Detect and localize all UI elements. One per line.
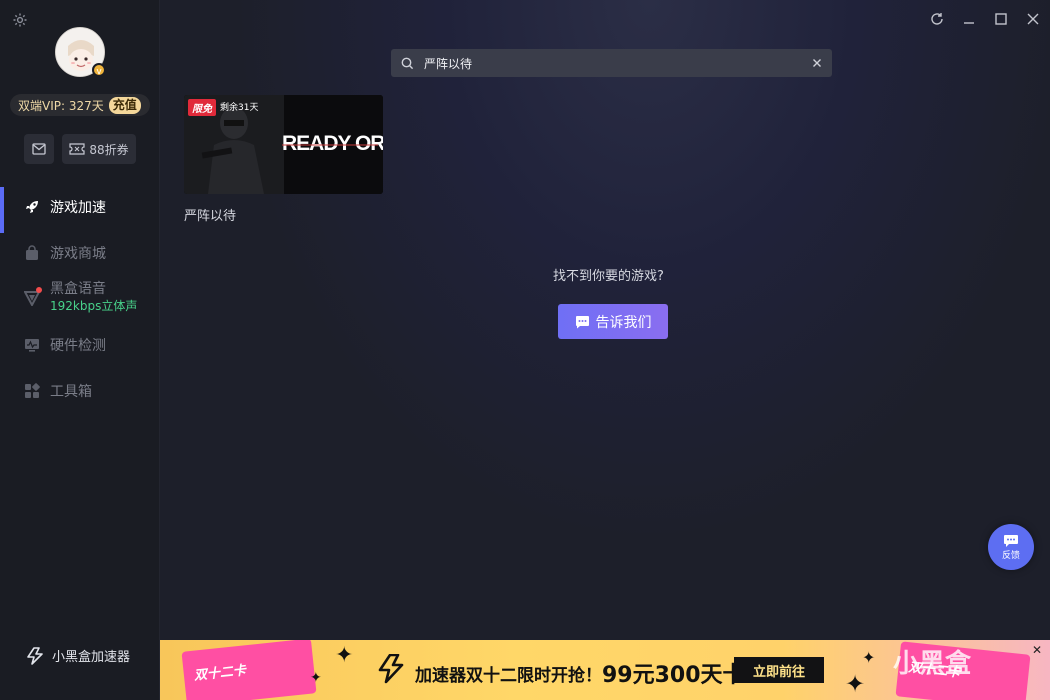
promo-headline: 加速器双十二限时开抢！	[415, 665, 602, 686]
nav-label: 工具箱	[50, 384, 92, 400]
minimize-icon[interactable]	[960, 10, 978, 28]
nav-item-game-store[interactable]: 游戏商城	[0, 233, 159, 273]
nav-item-toolbox[interactable]: 工具箱	[0, 371, 159, 411]
refresh-icon[interactable]	[928, 10, 946, 28]
sparkle-icon: ✦	[310, 670, 322, 686]
close-banner-icon[interactable]: ✕	[1032, 643, 1042, 657]
promo-banner[interactable]: 双十二卡 ✦ ✦ 加速器双十二限时开抢！ 99元300天卡 立即前往 ✦ ✦ 双…	[160, 640, 1050, 700]
mail-button[interactable]	[24, 134, 54, 164]
game-title[interactable]: 严阵以待	[184, 205, 236, 224]
not-found-text: 找不到你要的游戏?	[553, 269, 664, 284]
coupon-button[interactable]: 88折券	[62, 134, 136, 164]
nav-label: 游戏商城	[50, 246, 106, 262]
nav-label: 硬件检测	[50, 338, 106, 354]
remaining-days: 剩余31天	[220, 103, 259, 113]
feedback-label: 反馈	[1001, 550, 1020, 561]
brand-name: 小黑盒加速器	[52, 650, 131, 665]
sparkle-icon: ✦	[335, 643, 354, 668]
grid-icon	[24, 383, 40, 399]
search-bar	[391, 49, 832, 77]
search-input[interactable]	[414, 56, 812, 70]
sidebar: v 双端VIP: 327天 充值 88折券 游戏加速 游戏商城 黑盒语音 192…	[0, 0, 160, 700]
promo-cta-button[interactable]: 立即前往	[734, 657, 824, 683]
watermark: 小黑盒	[893, 649, 972, 679]
sparkle-icon: ✦	[845, 670, 866, 698]
vip-status: 双端VIP: 327天 充值	[10, 94, 150, 116]
tell-us-label: 告诉我们	[595, 314, 652, 331]
sparkle-icon: ✦	[862, 648, 876, 667]
promo-card-left: 双十二卡	[181, 640, 317, 700]
shopping-bag-icon	[24, 245, 40, 261]
search-icon	[401, 57, 414, 69]
voice-bitrate: 192kbps立体声	[50, 299, 138, 313]
clear-search-icon[interactable]	[812, 58, 822, 68]
free-tag: 限免	[188, 99, 216, 116]
promo-text: 加速器双十二限时开抢！ 99元300天卡	[415, 657, 745, 689]
nav-item-hardware[interactable]: 硬件检测	[0, 325, 159, 365]
voice-label: 黑盒语音	[50, 281, 106, 297]
vip-text: 双端VIP: 327天	[18, 98, 104, 113]
game-card[interactable]: READY OR NOT 限免 剩余31天	[184, 95, 383, 194]
chat-icon	[575, 315, 589, 328]
nav-item-voice[interactable]: 黑盒语音 192kbps立体声	[23, 281, 138, 315]
nav-item-game-boost[interactable]: 游戏加速	[0, 187, 159, 233]
window-controls	[928, 10, 1042, 28]
lightning-logo-icon	[27, 646, 43, 665]
coupon-label: 88折券	[89, 142, 129, 157]
nav-label: 游戏加速	[50, 200, 106, 216]
close-icon[interactable]	[1024, 10, 1042, 28]
ticket-icon	[69, 143, 85, 155]
lightning-logo-icon	[378, 654, 404, 684]
monitor-icon	[24, 337, 40, 353]
voice-logo-icon	[23, 287, 42, 308]
maximize-icon[interactable]	[992, 10, 1010, 28]
promo-price: 99元300天卡	[602, 663, 745, 688]
tell-us-button[interactable]: 告诉我们	[558, 304, 668, 339]
vip-badge-icon: v	[92, 63, 106, 77]
promo-card-label: 双十二卡	[193, 663, 247, 684]
mail-icon	[32, 143, 46, 155]
brand: 小黑盒加速器	[26, 646, 130, 665]
gear-icon[interactable]	[12, 12, 28, 28]
chat-bubble-icon	[1004, 534, 1018, 547]
rocket-icon	[24, 199, 40, 215]
notification-dot	[36, 287, 42, 293]
feedback-button[interactable]: 反馈	[988, 524, 1034, 570]
recharge-button[interactable]: 充值	[108, 96, 141, 114]
cover-text: READY OR NOT	[282, 132, 383, 155]
main-content: READY OR NOT 限免 剩余31天 严阵以待 找不到你要的游戏? 告诉我…	[160, 0, 1050, 640]
